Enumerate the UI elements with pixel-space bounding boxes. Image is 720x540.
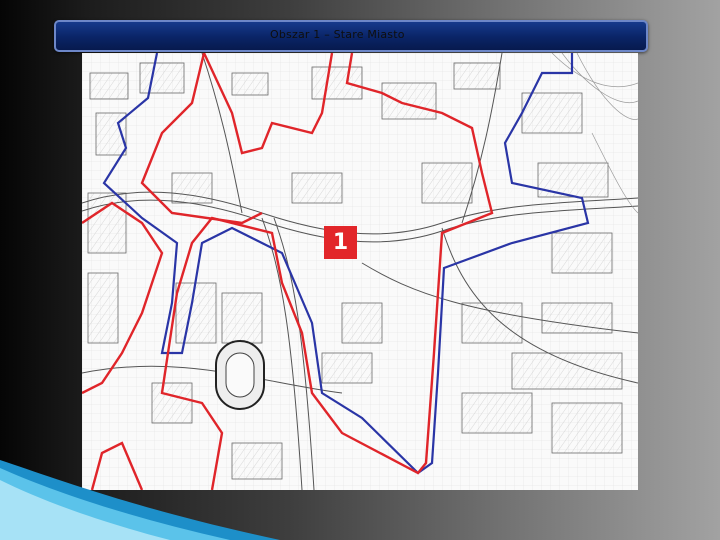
slide-title-bar: Obszar 1 – Stare Miasto [54, 20, 648, 52]
slide-corner-swoosh [0, 460, 280, 540]
map-canvas [82, 53, 638, 490]
slide-title: Obszar 1 – Stare Miasto [270, 28, 405, 41]
area-number-badge: 1 [324, 226, 357, 259]
stadium [215, 340, 265, 410]
city-plan-map: 1 [82, 53, 638, 490]
